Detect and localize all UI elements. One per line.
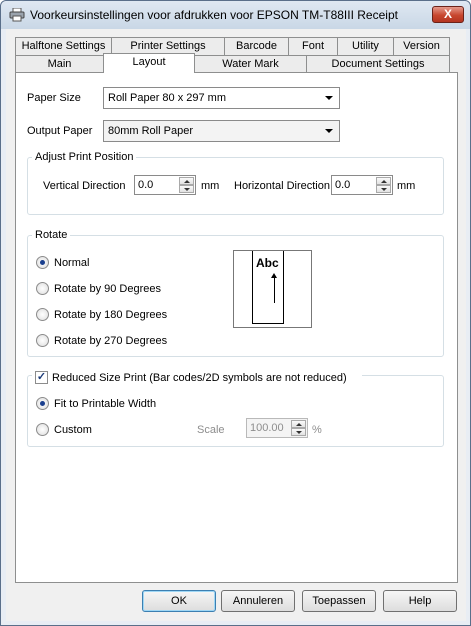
dialog-client: Halftone Settings Printer Settings Barco…	[6, 29, 466, 621]
spin-up-icon[interactable]	[291, 420, 306, 428]
apply-button[interactable]: Toepassen	[302, 590, 376, 612]
reduced-size-title: ✓ Reduced Size Print (Bar codes/2D symbo…	[32, 369, 362, 385]
close-button[interactable]: X	[432, 6, 464, 23]
vertical-direction-value: 0.0	[138, 179, 154, 191]
tab-halftone-settings[interactable]: Halftone Settings	[15, 37, 112, 55]
rotate-180-label[interactable]: Rotate by 180 Degrees	[54, 309, 167, 321]
output-paper-select[interactable]: 80mm Roll Paper	[103, 120, 340, 142]
layout-tab-panel: Paper Size Roll Paper 80 x 297 mm Output…	[15, 72, 458, 583]
tab-version[interactable]: Version	[393, 37, 450, 55]
rotate-270-label[interactable]: Rotate by 270 Degrees	[54, 335, 167, 347]
spin-up-icon[interactable]	[376, 177, 391, 185]
arrow-up-icon	[271, 273, 277, 303]
paper-size-value: Roll Paper 80 x 297 mm	[108, 92, 226, 104]
vertical-direction-input[interactable]: 0.0	[134, 175, 196, 195]
paper-preview: Abc	[252, 251, 284, 324]
tab-main[interactable]: Main	[15, 55, 104, 73]
reduced-size-checkbox[interactable]: ✓	[35, 371, 48, 384]
reduced-size-group	[27, 375, 444, 447]
custom-scale-radio[interactable]	[36, 423, 49, 436]
output-paper-value: 80mm Roll Paper	[108, 125, 193, 137]
scale-unit-label: %	[312, 424, 322, 436]
vertical-direction-label: Vertical Direction	[43, 180, 126, 192]
spin-down-icon[interactable]	[179, 185, 194, 193]
chevron-down-icon	[325, 129, 333, 133]
adjust-print-position-title: Adjust Print Position	[32, 151, 137, 163]
tab-water-mark[interactable]: Water Mark	[194, 55, 307, 73]
horizontal-unit-label: mm	[397, 180, 416, 192]
paper-size-select[interactable]: Roll Paper 80 x 297 mm	[103, 87, 340, 109]
help-button[interactable]: Help	[383, 590, 457, 612]
scale-input[interactable]: 100.00	[246, 418, 308, 438]
horizontal-spinner[interactable]	[376, 177, 391, 193]
rotate-title: Rotate	[32, 229, 71, 241]
tab-utility[interactable]: Utility	[337, 37, 394, 55]
preview-text: Abc	[256, 256, 279, 270]
rotate-normal-label[interactable]: Normal	[54, 257, 89, 269]
spin-down-icon[interactable]	[291, 428, 306, 436]
spin-down-icon[interactable]	[376, 185, 391, 193]
horizontal-direction-input[interactable]: 0.0	[331, 175, 393, 195]
printer-icon	[9, 8, 25, 22]
scale-value: 100.00	[250, 422, 284, 434]
tab-document-settings[interactable]: Document Settings	[306, 55, 450, 73]
spin-up-icon[interactable]	[179, 177, 194, 185]
custom-scale-label[interactable]: Custom	[54, 424, 92, 436]
fit-printable-width-radio[interactable]	[36, 397, 49, 410]
paper-size-label: Paper Size	[27, 92, 81, 104]
tab-barcode[interactable]: Barcode	[224, 37, 289, 55]
rotate-preview: Abc	[233, 250, 312, 328]
scale-label: Scale	[197, 424, 225, 436]
rotate-270-radio[interactable]	[36, 334, 49, 347]
rotate-90-label[interactable]: Rotate by 90 Degrees	[54, 283, 161, 295]
tab-font[interactable]: Font	[288, 37, 338, 55]
window-title: Voorkeursinstellingen voor afdrukken voo…	[30, 8, 398, 22]
fit-printable-width-label[interactable]: Fit to Printable Width	[54, 398, 156, 410]
chevron-down-icon	[325, 96, 333, 100]
rotate-180-radio[interactable]	[36, 308, 49, 321]
reduced-size-label[interactable]: Reduced Size Print (Bar codes/2D symbols…	[52, 372, 347, 384]
scale-spinner[interactable]	[291, 420, 306, 436]
title-bar: Voorkeursinstellingen voor afdrukken voo…	[1, 1, 470, 29]
horizontal-direction-value: 0.0	[335, 179, 351, 191]
horizontal-direction-label: Horizontal Direction	[234, 180, 330, 192]
rotate-normal-radio[interactable]	[36, 256, 49, 269]
print-preferences-window: Voorkeursinstellingen voor afdrukken voo…	[0, 0, 471, 626]
tab-layout[interactable]: Layout	[103, 53, 195, 73]
ok-button[interactable]: OK	[142, 590, 216, 612]
vertical-spinner[interactable]	[179, 177, 194, 193]
rotate-90-radio[interactable]	[36, 282, 49, 295]
output-paper-label: Output Paper	[27, 125, 93, 137]
vertical-unit-label: mm	[201, 180, 220, 192]
cancel-button[interactable]: Annuleren	[221, 590, 295, 612]
